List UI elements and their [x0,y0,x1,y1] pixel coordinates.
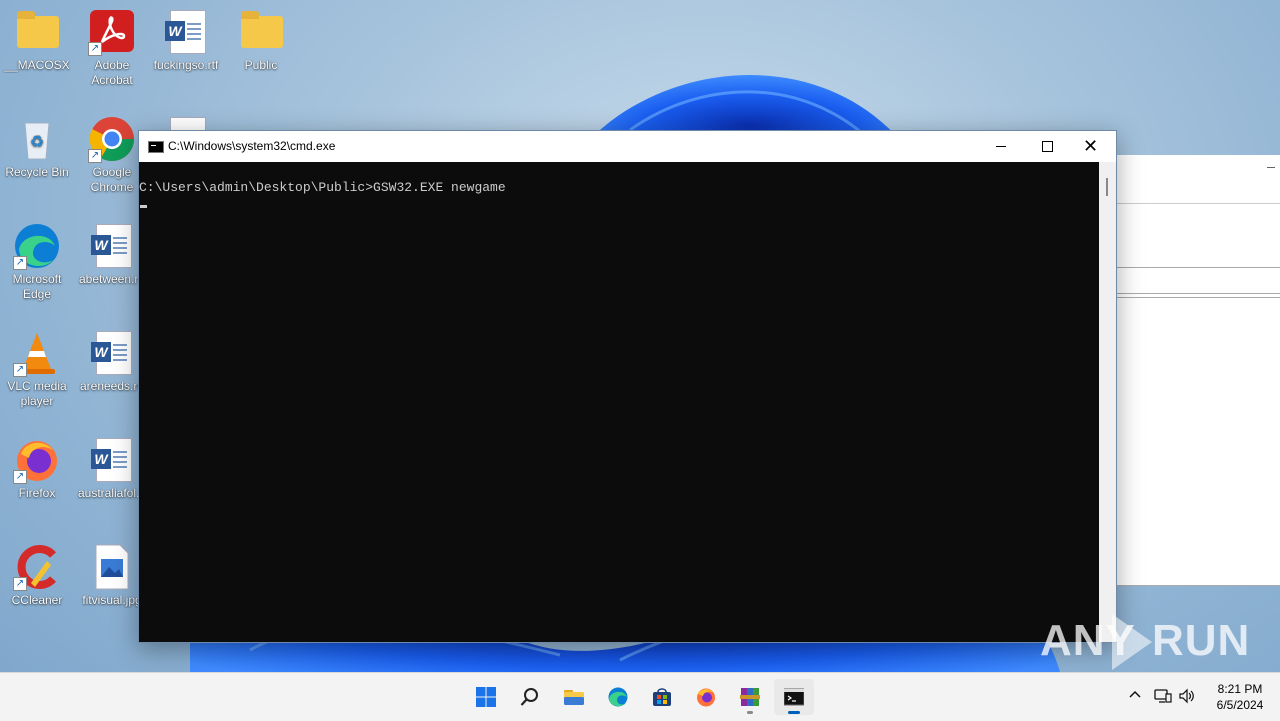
search-icon [520,688,538,706]
word-doc-icon: W [162,8,210,56]
clock-time: 8:21 PM [1217,682,1263,696]
ccleaner-icon: ↗ [13,543,61,591]
word-doc-icon: W [88,329,136,377]
word-doc-icon: W [88,222,136,270]
desktop-icon-label: Firefox [18,486,56,500]
minimize-button[interactable] [978,131,1024,162]
desktop-icon-recycle-bin[interactable]: ♻ Recycle Bin [0,115,74,180]
image-file-icon [88,543,136,591]
edge-icon [608,687,628,707]
vlc-icon: ↗ [13,329,61,377]
chevron-up-icon [1129,690,1141,698]
recycle-bin-icon: ♻ [13,115,61,163]
desktop-icon-label: Public [244,58,278,72]
shortcut-arrow-icon: ↗ [13,363,27,377]
clock-date: 6/5/2024 [1216,698,1264,712]
desktop-icon-ccleaner[interactable]: ↗ CCleaner [0,543,74,608]
desktop-icon-vlc[interactable]: ↗ VLC media player [0,329,74,409]
desktop-icon-firefox[interactable]: ↗ Firefox [0,436,74,501]
desktop-icon-label: __MACOSX [4,58,70,72]
desktop-icon-label: Recycle Bin [5,165,69,179]
desktop-icon-label: CCleaner [11,593,63,607]
vertical-scrollbar[interactable] [1099,162,1116,642]
play-icon [1112,614,1152,670]
taskbar-file-explorer[interactable] [554,679,594,715]
desktop-icon-macosx[interactable]: __MACOSX [0,8,74,73]
anyrun-watermark: ANY RUN [1040,612,1249,670]
network-status-button[interactable] [1154,688,1172,704]
folder-icon [237,8,285,56]
background-window[interactable] [1114,155,1280,586]
taskbar-winrar[interactable] [730,679,770,715]
desktop-icon-fuckingso-rtf[interactable]: W fuckingso.rtf [149,8,223,73]
taskbar-firefox[interactable] [686,679,726,715]
divider [1115,267,1280,268]
watermark-text-right: RUN [1152,616,1251,665]
cmd-app-icon [148,141,164,153]
scrollbar-thumb[interactable] [1106,178,1108,196]
word-doc-icon [162,115,210,130]
firefox-icon: ↗ [13,436,61,484]
volume-button[interactable] [1178,688,1196,704]
desktop-icon-adobe-acrobat[interactable]: ↗ Adobe Acrobat [75,8,149,88]
speaker-icon [1179,688,1194,704]
folder-icon [564,690,584,705]
windows-logo-icon [476,687,496,707]
close-button[interactable]: ✕ [1070,131,1116,162]
taskbar: 8:21 PM 6/5/2024 [0,672,1280,721]
window-title: C:\Windows\system32\cmd.exe [168,139,336,153]
winrar-icon [740,688,760,706]
console-output[interactable]: C:\Users\admin\Desktop\Public>GSW32.EXE … [139,162,1099,642]
store-icon [653,688,671,706]
minimize-icon [996,146,1006,147]
taskbar-clock[interactable]: 8:21 PM 6/5/2024 [1204,681,1276,713]
minimize-icon[interactable] [1267,167,1275,168]
maximize-button[interactable] [1024,131,1070,162]
close-icon: ✕ [1083,136,1099,156]
desktop-icon-label: VLC media player [7,379,67,408]
divider [1115,293,1280,294]
chrome-icon: ↗ [88,115,136,163]
terminal-icon [784,688,804,706]
console-line: C:\Users\admin\Desktop\Public>GSW32.EXE … [139,180,506,195]
desktop-icon-partial-doc[interactable] [149,115,223,130]
desktop-icon-microsoft-edge[interactable]: ↗ Microsoft Edge [0,222,74,302]
edge-icon: ↗ [13,222,61,270]
maximize-icon [1042,141,1053,152]
desktop-icon-label: Adobe Acrobat [91,58,133,87]
divider [1115,203,1280,204]
shortcut-arrow-icon: ↗ [13,256,27,270]
shortcut-arrow-icon: ↗ [88,149,102,163]
shortcut-arrow-icon: ↗ [13,577,27,591]
text-cursor [140,205,147,208]
search-button[interactable] [510,679,550,715]
word-doc-icon: W [88,436,136,484]
desktop-icon-label: fuckingso.rtf [153,58,219,72]
divider [1115,297,1280,298]
desktop-icon-label: Microsoft Edge [12,272,62,301]
taskbar-cmd[interactable] [774,679,814,715]
svg-text:♻: ♻ [30,134,44,151]
desktop-icon-public[interactable]: Public [224,8,298,73]
folder-icon [13,8,61,56]
acrobat-icon: ↗ [88,8,136,56]
shortcut-arrow-icon: ↗ [88,42,102,56]
taskbar-store[interactable] [642,679,682,715]
firefox-icon [697,688,715,707]
title-bar[interactable]: C:\Windows\system32\cmd.exe ✕ [139,131,1116,162]
network-icon [1154,689,1172,703]
start-button[interactable] [466,679,506,715]
cmd-window[interactable]: C:\Windows\system32\cmd.exe ✕ C:\Users\a… [138,130,1117,643]
taskbar-edge[interactable] [598,679,638,715]
show-hidden-icons-button[interactable] [1126,687,1144,705]
shortcut-arrow-icon: ↗ [13,470,27,484]
